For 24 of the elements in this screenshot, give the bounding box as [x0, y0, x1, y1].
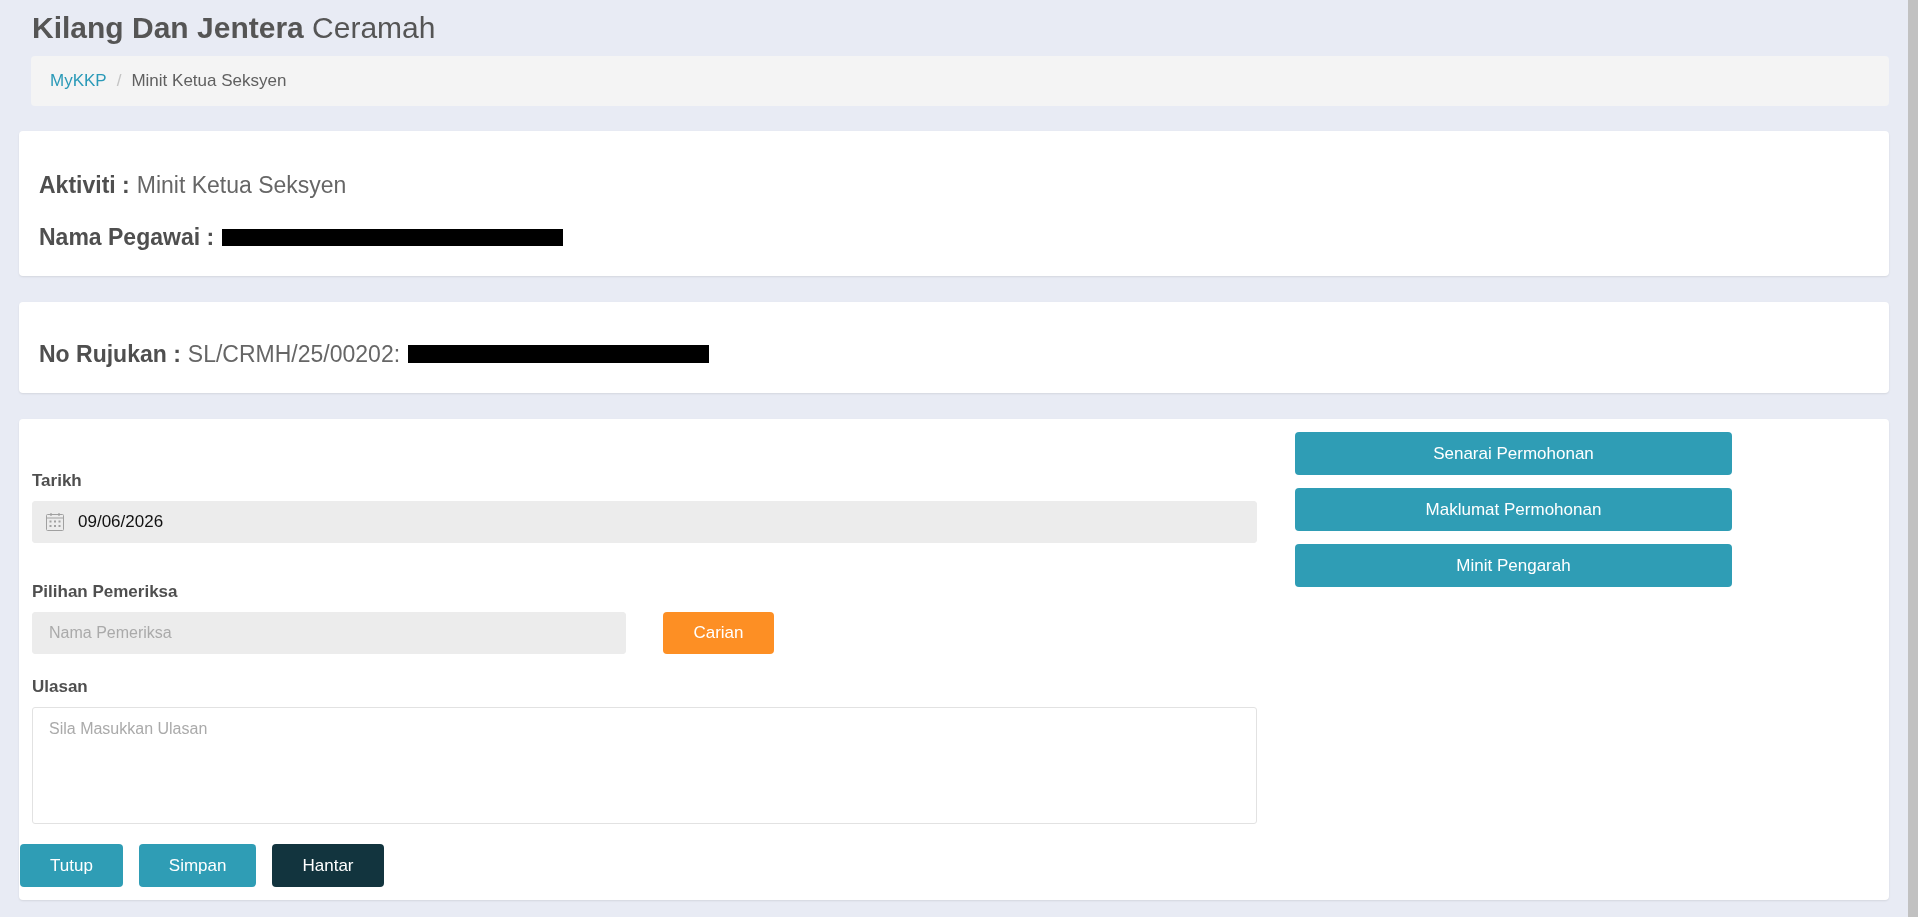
date-label: Tarikh	[32, 470, 82, 492]
side-menu-button[interactable]: Senarai Permohonan	[1295, 432, 1732, 475]
breadcrumb-current: Minit Ketua Seksyen	[131, 71, 287, 91]
scrollbar[interactable]	[1908, 0, 1918, 917]
field-label: Nama Pegawai :	[39, 223, 215, 251]
side-menu-button[interactable]: Maklumat Permohonan	[1295, 488, 1732, 531]
save-button[interactable]: Simpan	[138, 844, 257, 887]
field-value: SL/CRMH/25/00202:	[187, 340, 401, 368]
field-label: Aktiviti :	[39, 171, 130, 199]
date-field[interactable]: 09/06/2026	[32, 501, 1257, 543]
field-label: No Rujukan :	[39, 340, 181, 368]
search-button[interactable]: Carian	[663, 612, 774, 654]
submit-button[interactable]: Hantar	[272, 844, 384, 887]
side-menu-button[interactable]: Minit Pengarah	[1295, 544, 1732, 587]
field-value: Minit Ketua Seksyen	[136, 171, 347, 199]
examiner-field[interactable]: Nama Pemeriksa	[32, 612, 626, 654]
breadcrumb-separator: /	[116, 71, 122, 91]
review-field[interactable]: Sila Masukkan Ulasan	[32, 707, 1257, 824]
page-title: Kilang Dan Jentera Ceramah	[32, 10, 436, 46]
review-label: Ulasan	[32, 676, 88, 698]
calendar-icon	[46, 513, 64, 531]
breadcrumb-link[interactable]: MyKKP	[50, 71, 107, 91]
close-button[interactable]: Tutup	[20, 844, 123, 887]
examiner-label: Pilihan Pemeriksa	[32, 581, 178, 603]
